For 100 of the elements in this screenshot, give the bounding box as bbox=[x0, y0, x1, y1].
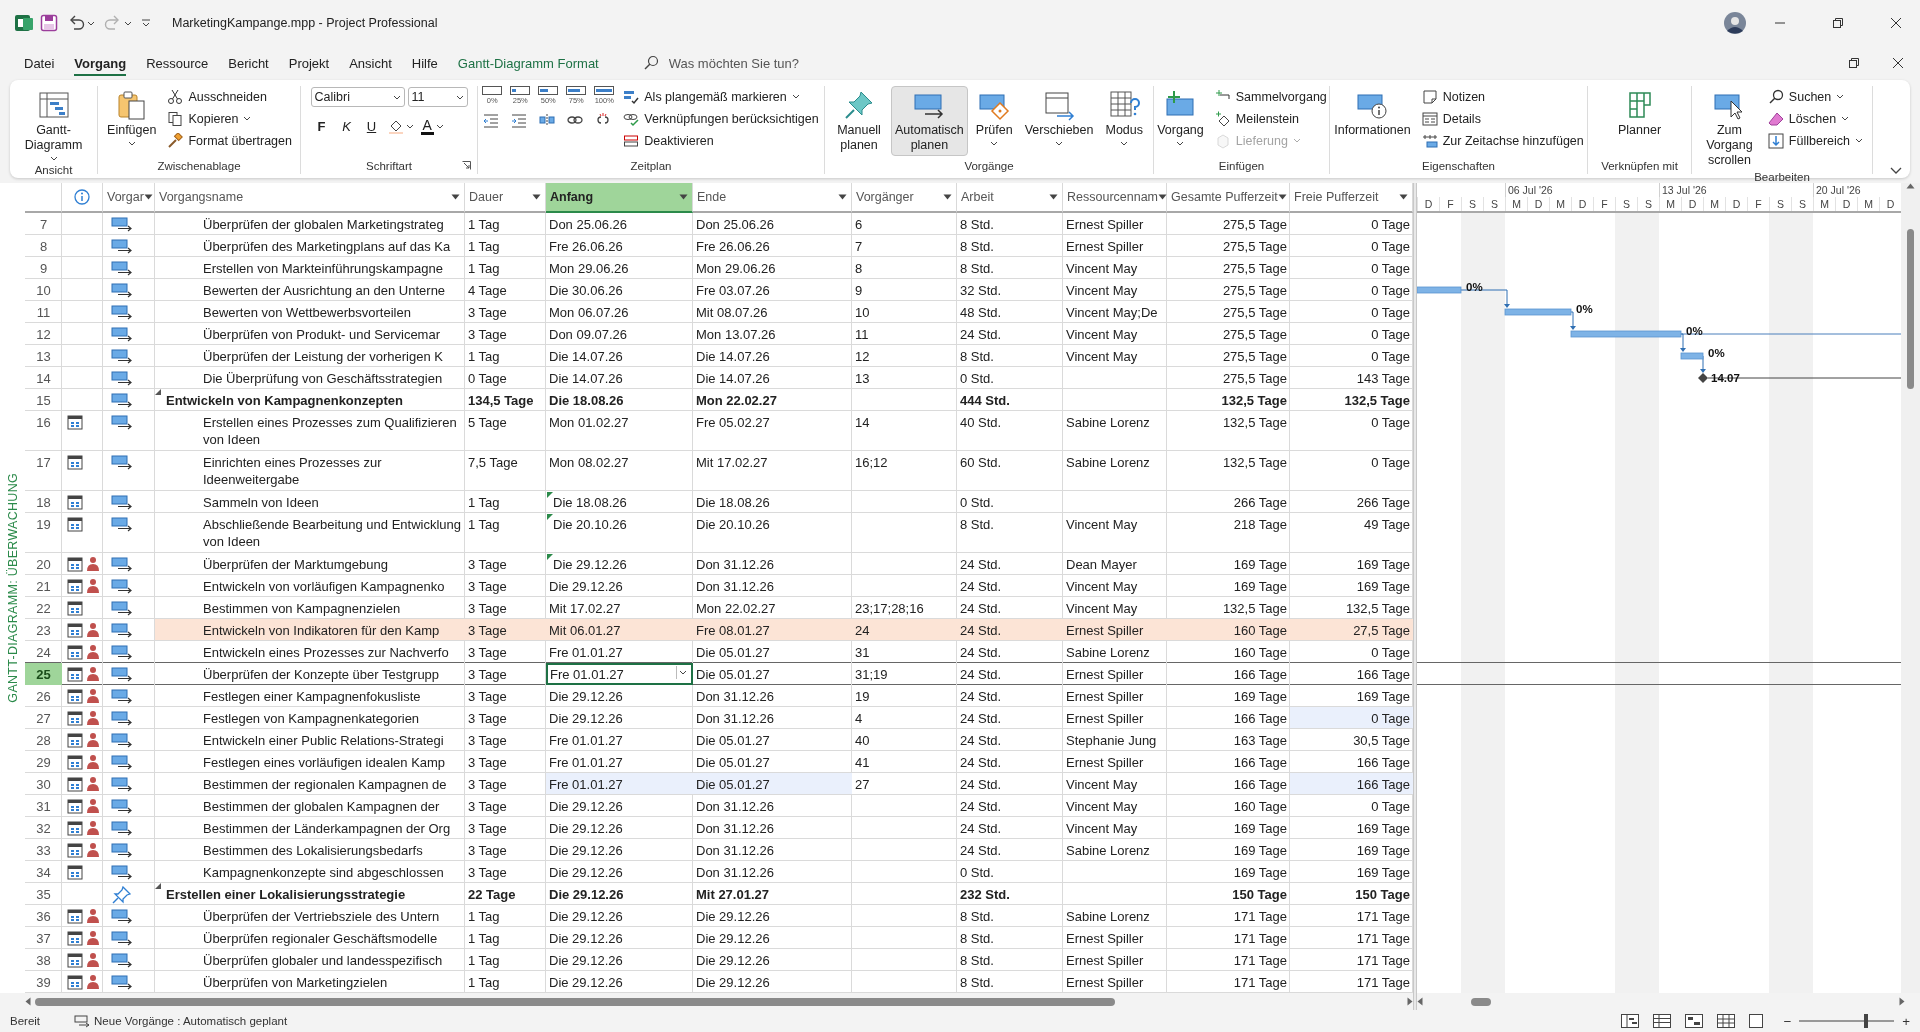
menu-tab[interactable]: Bericht bbox=[218, 49, 279, 77]
slider-thumb[interactable] bbox=[1863, 1014, 1868, 1028]
cut-button[interactable]: Ausschneiden bbox=[164, 86, 295, 107]
task-usage-button[interactable] bbox=[1653, 1014, 1672, 1028]
dialog-launcher-button[interactable] bbox=[462, 161, 471, 170]
row-number[interactable]: 29 bbox=[25, 751, 62, 772]
menu-tab[interactable]: Hilfe bbox=[401, 49, 448, 77]
auto-schedule-button[interactable]: Automatisch planen bbox=[891, 86, 968, 156]
column-header[interactable]: Anfang bbox=[546, 183, 693, 213]
row-number[interactable]: 30 bbox=[25, 773, 62, 794]
search-field[interactable]: Was möchten Sie tun? bbox=[666, 54, 871, 72]
underline-button[interactable]: U bbox=[360, 115, 383, 137]
gantt-view-button[interactable] bbox=[1621, 1014, 1640, 1028]
information-button[interactable]: Informationen bbox=[1330, 86, 1415, 154]
mode-button[interactable]: Modus bbox=[1101, 86, 1147, 154]
row-number[interactable]: 8 bbox=[25, 235, 62, 256]
row-number[interactable]: 19 bbox=[25, 513, 62, 552]
inspect-button[interactable]: Prüfen bbox=[971, 86, 1017, 154]
row-number[interactable]: 18 bbox=[25, 491, 62, 512]
person-icon bbox=[87, 842, 99, 858]
row-number[interactable]: 20 bbox=[25, 553, 62, 574]
resource-sheet-button[interactable] bbox=[1717, 1014, 1736, 1028]
milestone-button[interactable]: Meilenstein bbox=[1211, 108, 1330, 129]
row-number[interactable]: 35 bbox=[25, 883, 62, 904]
row-number[interactable]: 21 bbox=[25, 575, 62, 596]
collapse-ribbon-button[interactable] bbox=[1890, 167, 1902, 174]
menu-tab[interactable]: Ansicht bbox=[339, 49, 402, 77]
row-number[interactable]: 34 bbox=[25, 861, 62, 882]
font-color-button[interactable]: A bbox=[418, 115, 446, 137]
date-field[interactable]: Fre 01.01.27 bbox=[546, 663, 693, 685]
font-size-field[interactable]: 11 bbox=[407, 87, 468, 107]
row-number[interactable]: 22 bbox=[25, 597, 62, 618]
table-cell-text: Ernest Spiller bbox=[1065, 754, 1145, 772]
row-number[interactable]: 7 bbox=[25, 213, 62, 234]
row-number[interactable]: 11 bbox=[25, 301, 62, 322]
row-number[interactable]: 33 bbox=[25, 839, 62, 860]
row-number[interactable]: 25 bbox=[25, 663, 62, 685]
menu-tab[interactable]: Vorgang bbox=[64, 49, 137, 77]
find-button[interactable]: Suchen bbox=[1764, 86, 1866, 107]
row-number[interactable]: 13 bbox=[25, 345, 62, 366]
vertical-scrollbar[interactable] bbox=[1901, 183, 1920, 993]
row-number[interactable]: 9 bbox=[25, 257, 62, 278]
mark-on-track-button[interactable]: Als plangemäß markieren bbox=[620, 86, 822, 107]
row-number[interactable]: 14 bbox=[25, 367, 62, 388]
column-header[interactable] bbox=[62, 183, 103, 213]
scroll-to-task-button[interactable]: Zum Vorgang scrollen bbox=[1698, 86, 1761, 171]
row-number[interactable]: 10 bbox=[25, 279, 62, 300]
column-header[interactable]: Vorgänger bbox=[852, 183, 957, 213]
row-number[interactable]: 36 bbox=[25, 905, 62, 926]
gantt-chart-button[interactable]: Gantt-Diagramm bbox=[16, 86, 91, 164]
task-arrow-icon bbox=[111, 754, 133, 770]
summary-task-button[interactable]: Sammelvorgang bbox=[1211, 86, 1330, 107]
italic-button[interactable]: K bbox=[335, 115, 358, 137]
row-number[interactable]: 15 bbox=[25, 389, 62, 410]
row-number[interactable]: 24 bbox=[25, 641, 62, 662]
zoom-in-button[interactable]: + bbox=[1902, 1013, 1910, 1029]
column-header[interactable]: Arbeit bbox=[957, 183, 1063, 213]
row-number[interactable]: 23 bbox=[25, 619, 62, 640]
font-family-field[interactable]: Calibri bbox=[310, 87, 405, 107]
column-header[interactable]: Vorgar bbox=[103, 183, 155, 213]
row-number[interactable]: 28 bbox=[25, 729, 62, 750]
row-number[interactable]: 26 bbox=[25, 685, 62, 706]
row-number[interactable]: 12 bbox=[25, 323, 62, 344]
move-button[interactable]: Verschieben bbox=[1020, 86, 1098, 154]
zoom-out-button[interactable]: − bbox=[1783, 1013, 1792, 1029]
menu-tab[interactable]: Gantt-Diagramm Format bbox=[447, 49, 609, 77]
column-header[interactable]: Gesamte Pufferzeit bbox=[1167, 183, 1290, 213]
row-number[interactable]: 38 bbox=[25, 949, 62, 970]
task-button[interactable]: Vorgang bbox=[1153, 86, 1208, 154]
row-number[interactable]: 31 bbox=[25, 795, 62, 816]
menu-tab[interactable]: Projekt bbox=[278, 49, 340, 77]
row-number[interactable]: 32 bbox=[25, 817, 62, 838]
row-number[interactable]: 27 bbox=[25, 707, 62, 728]
row-number[interactable]: 16 bbox=[25, 411, 62, 450]
respect-links-button[interactable]: Verknüpfungen berücksichtigen bbox=[620, 108, 822, 129]
clear-button[interactable]: Löschen bbox=[1764, 108, 1866, 129]
inactivate-button[interactable]: Deaktivieren bbox=[620, 130, 822, 151]
row-number[interactable]: 17 bbox=[25, 451, 62, 490]
copy-button[interactable]: Kopieren bbox=[164, 108, 295, 129]
column-header[interactable]: Vorgangsname bbox=[155, 183, 465, 213]
scrollbar-thumb[interactable] bbox=[1907, 229, 1914, 389]
fill-button[interactable]: Füllbereich bbox=[1764, 130, 1866, 151]
format-painter-button[interactable]: Format übertragen bbox=[164, 130, 295, 151]
scrollbar-thumb[interactable] bbox=[1471, 997, 1491, 1006]
report-view-button[interactable] bbox=[1749, 1014, 1764, 1028]
team-planner-button[interactable] bbox=[1685, 1014, 1704, 1028]
add-to-timeline-button[interactable]: Zur Zeitachse hinzufügen bbox=[1418, 130, 1587, 151]
column-header[interactable]: Ressourcennam bbox=[1063, 183, 1167, 213]
notes-button[interactable]: Notizen bbox=[1418, 86, 1587, 107]
menu-tab[interactable]: Ressource bbox=[136, 49, 219, 77]
row-number[interactable]: 37 bbox=[25, 927, 62, 948]
planner-button[interactable]: Planner bbox=[1613, 86, 1666, 154]
details-button[interactable]: Details bbox=[1418, 108, 1587, 129]
bold-button[interactable]: F bbox=[310, 115, 333, 137]
manual-schedule-button[interactable]: Manuell planen bbox=[831, 86, 888, 156]
row-number[interactable]: 39 bbox=[25, 971, 62, 992]
scrollbar-thumb[interactable] bbox=[35, 997, 1115, 1006]
column-header[interactable]: Ende bbox=[693, 183, 852, 213]
menu-tab[interactable]: Datei bbox=[14, 49, 65, 77]
paste-button[interactable]: Einfügen bbox=[103, 86, 161, 154]
